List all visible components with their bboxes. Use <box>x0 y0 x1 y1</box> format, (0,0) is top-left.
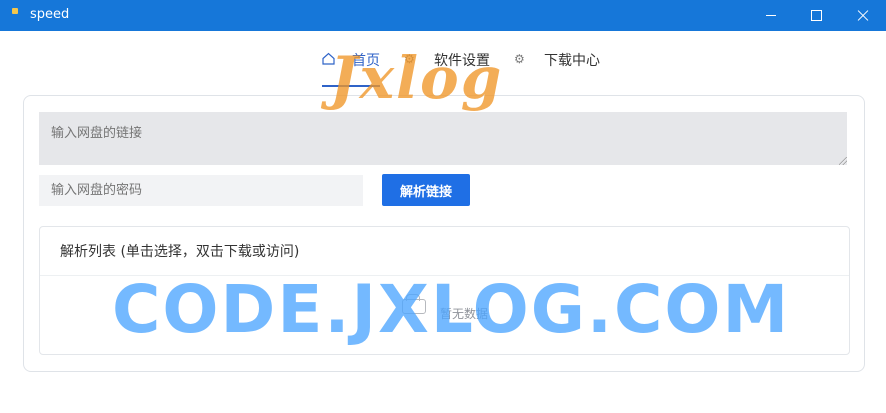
parse-link-button[interactable]: 解析链接 <box>382 174 470 206</box>
jxlog-logo: Jxlog <box>330 44 540 132</box>
close-button[interactable] <box>840 0 886 31</box>
maximize-button[interactable] <box>794 0 840 31</box>
app-icon <box>12 8 18 14</box>
result-header: 解析列表 (单击选择，双击下载或访问) <box>60 244 300 260</box>
minimize-button[interactable] <box>748 0 794 31</box>
password-input[interactable] <box>39 175 363 206</box>
site-watermark: CODE.JXLOG.COM <box>112 271 791 348</box>
logo-text: Jxlog <box>330 44 504 112</box>
resize-handle[interactable] <box>839 157 847 165</box>
window-title-bar: speed <box>0 0 886 31</box>
window-title: speed <box>30 7 70 22</box>
tab-downloads-label: 下载中心 <box>544 53 600 69</box>
